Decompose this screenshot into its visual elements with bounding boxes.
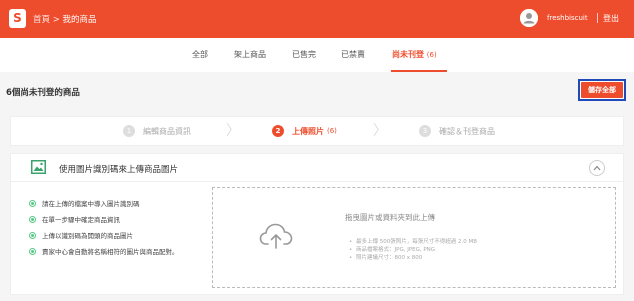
check-circle-icon [29,231,36,239]
progress-stepper: 1 編輯商品資訊 〉 2 上傳照片 (6) 〉 3 確認＆刊登商品 [10,116,624,146]
tab-unpublished[interactable]: 尚未刊登 (6) [392,49,437,60]
tips-list: 請在上傳的檔案中導入圖片識別碼 在單一步驟中確定商品資訊 上傳以識別碼為開頭的商… [29,196,179,260]
list-item: 商品檔案格式：JPG, JPEG, PNG [349,246,477,254]
step-count: (6) [327,127,337,135]
upload-dropzone[interactable]: 拖曳圖片或資料夾到此上傳 最多上傳 500張照片，每張尺寸不得超過 2.0 MB… [212,187,616,288]
tip-text: 賣家中心會自動將名稱相符的圖片與商品配對。 [42,248,179,256]
image-icon [31,160,46,174]
breadcrumb-separator: > [52,15,60,25]
tab-banned[interactable]: 已禁賣 [341,49,365,60]
avatar[interactable] [520,9,538,27]
step-confirm-publish[interactable]: 3 確認＆刊登商品 [419,125,495,137]
list-item: 上傳以識別碼為開頭的商品圖片 [29,228,179,242]
step-upload-photos[interactable]: 2 上傳照片 (6) [272,125,337,137]
list-item: 照片建議尺寸：800 x 800 [349,254,477,262]
list-item: 賣家中心會自動將名稱相符的圖片與商品配對。 [29,244,179,258]
chevron-right-icon: 〉 [226,123,240,139]
breadcrumb: 首頁 > 我的商品 [33,13,97,25]
tab-label: 已售完 [292,50,316,59]
list-item: 在單一步驟中確定商品資訊 [29,212,179,226]
tip-text: 上傳以識別碼為開頭的商品圖片 [42,232,133,240]
check-circle-icon [29,215,36,223]
step-number: 3 [419,125,431,137]
save-all-label: 儲存全部 [581,82,623,98]
tab-label: 全部 [192,50,208,59]
tab-label: 已禁賣 [341,50,365,59]
subheader: 6個尚未刊登的商品 [0,80,634,104]
panel-title: 使用圖片識別碼來上傳商品圖片 [59,165,179,175]
product-tabs: 全部 架上商品 已售完 已禁賣 尚未刊登 (6) [0,38,634,72]
step-number: 2 [272,125,284,137]
list-item: 最多上傳 500張照片，每張尺寸不得超過 2.0 MB [349,238,477,246]
breadcrumb-home[interactable]: 首頁 [33,15,50,25]
logout-link[interactable]: 登出 [603,13,619,24]
save-all-button[interactable]: 儲存全部 [578,79,626,101]
tab-count: (6) [426,51,437,59]
cloud-upload-icon [259,223,293,249]
tab-label: 尚未刊登 [392,50,424,59]
top-header: S 首頁 > 我的商品 freshbiscuit 登出 [0,0,634,38]
page-title: 6個尚未刊登的商品 [6,88,80,98]
check-circle-icon [29,247,36,255]
breadcrumb-current: 我的商品 [62,15,97,25]
user-icon [520,9,538,27]
shop-logo-icon[interactable]: S [9,9,26,28]
step-edit-info[interactable]: 1 編輯商品資訊 [123,125,191,137]
chevron-right-icon: 〉 [373,123,387,139]
tab-live[interactable]: 架上商品 [234,49,266,60]
chevron-up-icon [593,165,601,171]
panel-header: 使用圖片識別碼來上傳商品圖片 [11,154,623,182]
step-number: 1 [123,125,135,137]
collapse-button[interactable] [589,160,605,176]
upload-rules: 最多上傳 500張照片，每張尺寸不得超過 2.0 MB 商品檔案格式：JPG, … [349,238,477,262]
step-label: 編輯商品資訊 [143,126,191,136]
tab-label: 架上商品 [234,50,266,59]
active-tab-indicator [391,70,447,72]
check-circle-icon [29,199,36,207]
step-label: 確認＆刊登商品 [439,126,495,136]
step-label: 上傳照片 [292,126,324,136]
tip-text: 在單一步驟中確定商品資訊 [42,216,120,224]
tab-sold-out[interactable]: 已售完 [292,49,316,60]
tab-all[interactable]: 全部 [192,49,208,60]
tip-text: 請在上傳的檔案中導入圖片識別碼 [42,200,140,208]
dropzone-title: 拖曳圖片或資料夾到此上傳 [345,213,435,222]
username[interactable]: freshbiscuit [547,14,588,22]
header-divider [597,13,598,23]
upload-panel: 使用圖片識別碼來上傳商品圖片 請在上傳的檔案中導入圖片識別碼 在單一步驟中確定商… [10,153,624,295]
list-item: 請在上傳的檔案中導入圖片識別碼 [29,196,179,210]
